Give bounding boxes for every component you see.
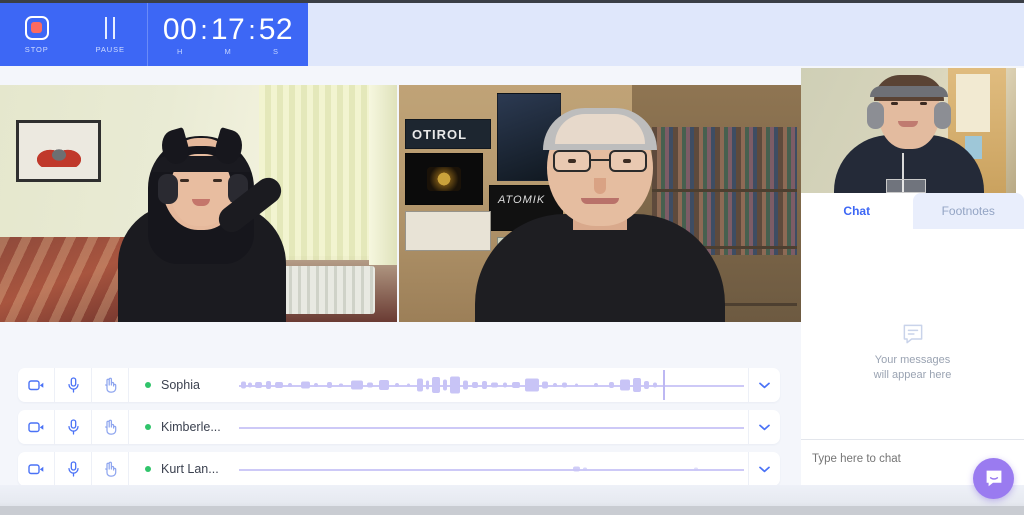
raise-hand-icon[interactable] <box>92 410 129 444</box>
table-row[interactable]: Kimberle... <box>18 410 780 444</box>
sidebar-tabs: Chat Footnotes <box>801 193 1024 229</box>
participant-name: Kimberle... <box>161 420 221 434</box>
status-badge <box>145 466 151 472</box>
chat-empty-line-2: will appear here <box>873 368 952 381</box>
recording-controls: STOP PAUSE <box>0 3 148 66</box>
tab-footnotes[interactable]: Footnotes <box>912 193 1024 229</box>
playhead-cursor[interactable] <box>663 370 665 400</box>
table-row[interactable]: Kurt Lan... <box>18 452 780 486</box>
stop-square-icon <box>24 15 49 40</box>
pause-bars-icon <box>105 16 116 40</box>
timer-hours: 00 <box>162 12 198 46</box>
status-badge <box>145 382 151 388</box>
poster-text-1: OTIROL <box>412 127 468 142</box>
video-camera-icon[interactable] <box>18 410 55 444</box>
audio-waveform[interactable] <box>239 368 744 402</box>
video-frame-content <box>0 85 397 322</box>
browser-top-edge <box>0 0 1024 3</box>
microphone-icon[interactable] <box>55 452 92 486</box>
timer-hours-label: H <box>177 46 184 56</box>
video-stage: OTIROL ATOMIK <box>0 85 801 322</box>
participant-list: Sophia Kimberle... Kurt Lan... <box>18 368 780 494</box>
audio-waveform[interactable] <box>239 452 744 486</box>
raise-hand-icon[interactable] <box>92 452 129 486</box>
intercom-messenger-icon <box>986 470 1001 486</box>
audio-waveform[interactable] <box>239 410 744 444</box>
chevron-down-icon[interactable] <box>748 452 780 486</box>
intercom-messenger-button[interactable] <box>973 458 1014 499</box>
timer-seconds-label: S <box>273 46 279 56</box>
chat-panel: Your messages will appear here <box>801 229 1024 477</box>
table-row[interactable]: Sophia <box>18 368 780 402</box>
microphone-icon[interactable] <box>55 368 92 402</box>
tab-chat[interactable]: Chat <box>801 193 913 229</box>
right-sidebar: Chat Footnotes Your messages will appear… <box>801 68 1024 515</box>
pause-button[interactable]: PAUSE <box>74 3 148 66</box>
chat-input[interactable] <box>812 452 992 465</box>
stop-inner-square <box>31 22 43 33</box>
participant-name: Sophia <box>161 378 200 392</box>
raise-hand-icon[interactable] <box>92 368 129 402</box>
video-camera-icon[interactable] <box>18 368 55 402</box>
participant-name: Kurt Lan... <box>161 462 219 476</box>
self-view-video[interactable] <box>801 68 1016 193</box>
recording-timer: 00 H : 17 M : 52 S <box>148 3 308 66</box>
participant-video-sophia[interactable] <box>0 85 397 322</box>
video-camera-icon[interactable] <box>18 452 55 486</box>
tab-footnotes-label: Footnotes <box>941 204 995 218</box>
wall-picture-frame <box>16 120 101 182</box>
timer-separator-1: : <box>200 14 208 45</box>
timer-minutes-label: M <box>224 46 232 56</box>
chevron-down-icon[interactable] <box>748 368 780 402</box>
stop-button[interactable]: STOP <box>0 3 74 66</box>
chat-empty-line-1: Your messages <box>874 353 951 366</box>
person-figure <box>475 107 725 322</box>
timer-hours-group: 00 H <box>162 12 198 56</box>
browser-bottom-edge <box>0 485 1024 515</box>
message-bubble-icon <box>903 324 922 343</box>
microphone-icon[interactable] <box>55 410 92 444</box>
person-figure <box>118 117 287 322</box>
tab-chat-label: Chat <box>843 204 871 218</box>
recording-studio-app: STOP PAUSE 00 H : 17 M : 52 S OTIROL ATO… <box>0 0 1024 515</box>
pause-button-label: PAUSE <box>95 44 125 54</box>
recording-toolbar: STOP PAUSE 00 H : 17 M : 52 S <box>0 3 308 66</box>
video-frame-content: OTIROL ATOMIK <box>399 85 801 322</box>
status-badge <box>145 424 151 430</box>
participant-video-kurt[interactable]: OTIROL ATOMIK <box>399 85 801 322</box>
timer-minutes: 17 <box>210 12 246 46</box>
chevron-down-icon[interactable] <box>748 410 780 444</box>
timer-seconds: 52 <box>258 12 294 46</box>
timer-minutes-group: 17 M <box>210 12 246 56</box>
timer-seconds-group: 52 S <box>258 12 294 56</box>
stop-button-label: STOP <box>24 44 49 54</box>
timer-separator-2: : <box>248 14 256 45</box>
